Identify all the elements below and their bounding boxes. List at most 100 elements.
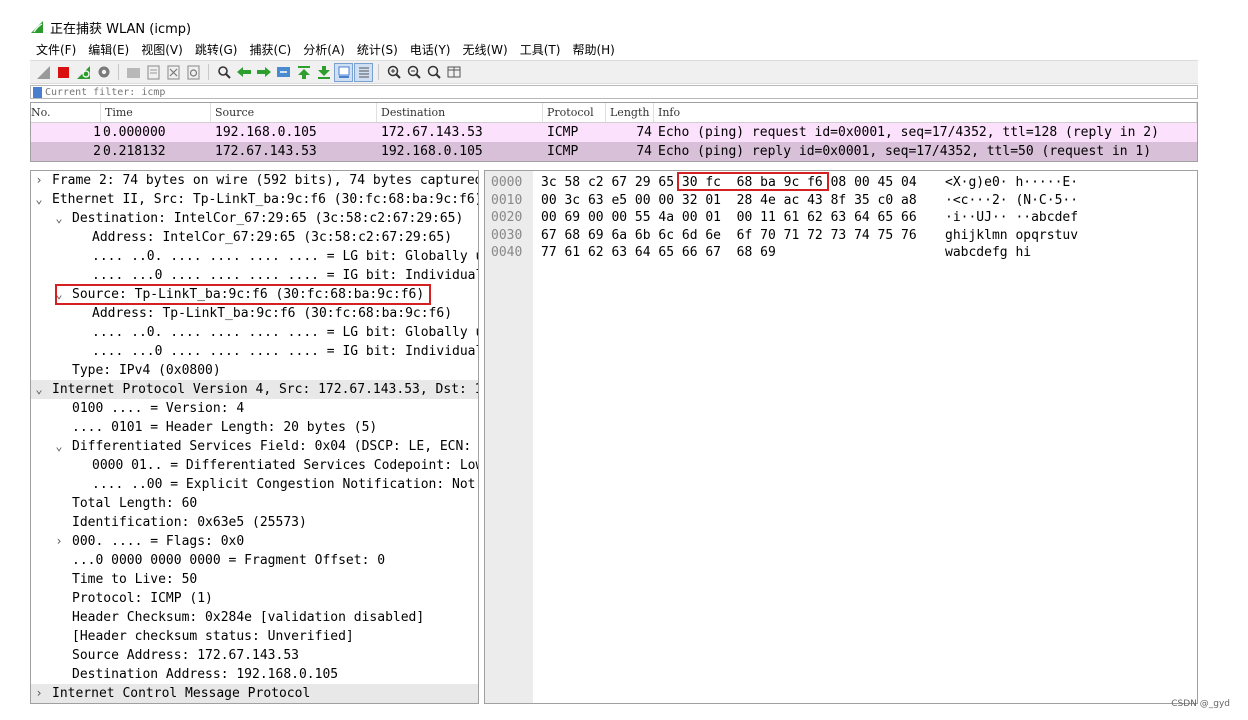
toolbar-separator: [208, 64, 209, 80]
go-last-icon[interactable]: [314, 63, 333, 82]
column-header[interactable]: Destination: [377, 103, 543, 122]
detail-line[interactable]: › Internet Control Message Protocol: [31, 684, 478, 703]
detail-line[interactable]: › Frame 2: 74 bytes on wire (592 bits), 7…: [31, 171, 478, 190]
expand-arrow-icon[interactable]: ›: [34, 171, 44, 190]
find-packet-icon[interactable]: [214, 63, 233, 82]
detail-line[interactable]: 0000 01.. = Differentiated Services Code…: [31, 456, 478, 475]
column-header[interactable]: No.: [31, 103, 101, 122]
menu-item[interactable]: 无线(W): [457, 40, 514, 60]
zoom-normal-icon[interactable]: [424, 63, 443, 82]
detail-line[interactable]: ...0 0000 0000 0000 = Fragment Offset: 0: [31, 551, 478, 570]
open-file-icon[interactable]: [124, 63, 143, 82]
menu-item[interactable]: 文件(F): [30, 40, 82, 60]
column-header[interactable]: Info: [654, 103, 1197, 122]
reload-icon[interactable]: [184, 63, 203, 82]
stop-capture-icon[interactable]: [54, 63, 73, 82]
detail-text: .... ..0. .... .... .... .... = LG bit: …: [92, 325, 478, 340]
menu-item[interactable]: 分析(A): [297, 40, 351, 60]
menu-item[interactable]: 编辑(E): [82, 40, 135, 60]
detail-line[interactable]: [Header checksum status: Unverified]: [31, 627, 478, 646]
save-file-icon[interactable]: [144, 63, 163, 82]
zoom-in-icon[interactable]: [384, 63, 403, 82]
packet-no-cell: 1: [93, 125, 101, 140]
column-header[interactable]: Protocol: [543, 103, 606, 122]
bytes-line[interactable]: 0010 00 3c 63 e5 00 00 32 01 28 4e ac 43 …: [485, 192, 1197, 210]
close-file-icon[interactable]: [164, 63, 183, 82]
detail-line[interactable]: .... ..0. .... .... .... .... = LG bit: …: [31, 323, 478, 342]
detail-line[interactable]: Header Checksum: 0x284e [validation disa…: [31, 608, 478, 627]
detail-line[interactable]: Protocol: ICMP (1): [31, 589, 478, 608]
detail-line[interactable]: ⌄ Destination: IntelCor_67:29:65 (3c:58:c…: [31, 209, 478, 228]
bytes-line[interactable]: 0040 77 61 62 63 64 65 66 67 68 69 wabcdef…: [485, 244, 1197, 262]
detail-line[interactable]: Address: Tp-LinkT_ba:9c:f6 (30:fc:68:ba:…: [31, 304, 478, 323]
detail-line[interactable]: Identification: 0x63e5 (25573): [31, 513, 478, 532]
detail-line[interactable]: ⌄ Source: Tp-LinkT_ba:9c:f6 (30:fc:68:ba:…: [31, 284, 478, 305]
go-to-packet-icon[interactable]: [274, 63, 293, 82]
autoscroll-icon[interactable]: [334, 62, 353, 82]
detail-line[interactable]: .... ..0. .... .... .... .... = LG bit: …: [31, 247, 478, 266]
shark-fin-start-icon[interactable]: [34, 63, 53, 82]
detail-line[interactable]: 0100 .... = Version: 4: [31, 399, 478, 418]
bytes-line[interactable]: 0000 3c 58 c2 67 29 65 30 fc 68 ba 9c f6 …: [485, 174, 1197, 192]
packet-row[interactable]: 2 0.218132 172.67.143.53 192.168.0.105 ICMP 7…: [31, 142, 1197, 161]
detail-text: Ethernet II, Src: Tp-LinkT_ba:9c:f6 (30:…: [52, 192, 479, 207]
menu-item[interactable]: 捕获(C): [243, 40, 297, 60]
packet-row[interactable]: 1 0.000000 192.168.0.105 172.67.143.53 ICMP 7…: [31, 123, 1197, 142]
bytes-line[interactable]: 0020 00 69 00 00 55 4a 00 01 00 11 61 62 …: [485, 209, 1197, 227]
detail-line[interactable]: ⌄ Ethernet II, Src: Tp-LinkT_ba:9c:f6 (30…: [31, 190, 478, 209]
go-back-icon[interactable]: [234, 63, 253, 82]
detail-text: Header Checksum: 0x284e [validation disa…: [72, 610, 425, 625]
detail-line[interactable]: .... ...0 .... .... .... .... = IG bit: …: [31, 266, 478, 285]
detail-text: Destination Address: 192.168.0.105: [72, 667, 339, 682]
collapse-arrow-icon[interactable]: ⌄: [54, 209, 64, 228]
display-filter-bar[interactable]: Current filter: icmp: [30, 85, 1198, 99]
detail-line[interactable]: Total Length: 60: [31, 494, 478, 513]
detail-line[interactable]: Type: IPv4 (0x0800): [31, 361, 478, 380]
colorize-icon[interactable]: [354, 62, 373, 82]
detail-text: Address: Tp-LinkT_ba:9c:f6 (30:fc:68:ba:…: [92, 306, 453, 321]
go-first-icon[interactable]: [294, 63, 313, 82]
detail-line[interactable]: .... ...0 .... .... .... .... = IG bit: …: [31, 342, 478, 361]
restart-capture-icon[interactable]: [74, 63, 93, 82]
detail-text: 0100 .... = Version: 4: [72, 401, 245, 416]
column-header[interactable]: Length: [606, 103, 654, 122]
detail-line[interactable]: Time to Live: 50: [31, 570, 478, 589]
collapse-arrow-icon[interactable]: ⌄: [54, 285, 64, 304]
zoom-out-icon[interactable]: [404, 63, 423, 82]
detail-line[interactable]: Source Address: 172.67.143.53: [31, 646, 478, 665]
detail-line[interactable]: ⌄ Differentiated Services Field: 0x04 (DS…: [31, 437, 478, 456]
menu-item[interactable]: 视图(V): [135, 40, 189, 60]
detail-line[interactable]: Address: IntelCor_67:29:65 (3c:58:c2:67:…: [31, 228, 478, 247]
byte-offset: 0000: [491, 175, 523, 190]
detail-text: .... ..0. .... .... .... .... = LG bit: …: [92, 249, 478, 264]
detail-text: .... ..00 = Explicit Congestion Notifica…: [92, 477, 478, 492]
byte-offset: 0030: [491, 227, 523, 243]
detail-line[interactable]: .... 0101 = Header Length: 20 bytes (5): [31, 418, 478, 437]
menu-item[interactable]: 帮助(H): [566, 40, 620, 60]
menu-bar: 文件(F) 编辑(E) 视图(V) 跳转(G) 捕获(C) 分析(A) 统计(S) 电话(Y)…: [30, 40, 621, 60]
detail-line[interactable]: › 000. .... = Flags: 0x0: [31, 532, 478, 551]
column-header[interactable]: Source: [211, 103, 377, 122]
collapse-arrow-icon[interactable]: ⌄: [34, 380, 44, 399]
go-forward-icon[interactable]: [254, 63, 273, 82]
detail-line[interactable]: ⌄ Internet Protocol Version 4, Src: 172.6…: [31, 380, 478, 399]
collapse-arrow-icon[interactable]: ⌄: [34, 190, 44, 209]
bytes-line[interactable]: 0030 67 68 69 6a 6b 6c 6d 6e 6f 70 71 72 …: [485, 227, 1197, 245]
menu-item[interactable]: 工具(T): [514, 40, 567, 60]
resize-columns-icon[interactable]: [444, 63, 463, 82]
capture-options-icon[interactable]: [94, 63, 113, 82]
detail-line[interactable]: Destination Address: 192.168.0.105: [31, 665, 478, 684]
column-header[interactable]: Time: [101, 103, 211, 122]
menu-item[interactable]: 电话(Y): [404, 40, 457, 60]
collapse-arrow-icon[interactable]: ⌄: [54, 437, 64, 456]
detail-text: ...0 0000 0000 0000 = Fragment Offset: 0: [72, 553, 386, 568]
menu-item[interactable]: 统计(S): [351, 40, 404, 60]
bookmark-icon[interactable]: [33, 86, 42, 98]
byte-offset: 0010: [491, 192, 523, 208]
expand-arrow-icon[interactable]: ›: [34, 684, 44, 703]
detail-text: [Header checksum status: Unverified]: [72, 629, 354, 644]
expand-arrow-icon[interactable]: ›: [54, 532, 64, 551]
detail-line[interactable]: .... ..00 = Explicit Congestion Notifica…: [31, 475, 478, 494]
packet-list: No. Time Source Destination Protocol Length In…: [30, 102, 1198, 162]
menu-item[interactable]: 跳转(G): [189, 40, 244, 60]
